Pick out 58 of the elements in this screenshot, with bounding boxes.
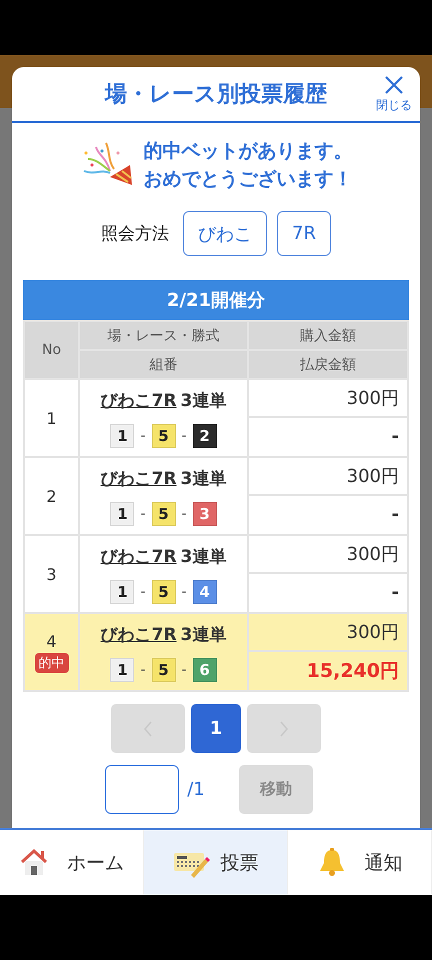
close-button[interactable]: 閉じる [376,75,412,114]
number-tile: 5 [152,502,176,526]
number-tile: 2 [192,424,217,448]
separator-dash: - [182,662,187,678]
message-text: おめでとうございます！ [144,167,352,191]
page-total: /1 [187,779,205,800]
number-tile: 3 [192,502,217,526]
separator-dash: - [182,584,187,600]
column-header: 組番 [79,350,248,379]
row-number: 1 [46,408,57,428]
bet-type: 3連単 [180,624,226,646]
table-cell: 300円 [248,613,408,651]
table-cell: - [248,416,408,457]
table-cell: 300円 [248,457,408,495]
table-cell: - [248,494,408,535]
bet-type: 3連単 [180,468,226,490]
number-tile: 4 [192,580,217,604]
number-tile: 5 [152,580,176,604]
number-tile: 6 [192,658,217,682]
row-number: 3 [46,564,57,584]
bet-type: 3連単 [180,546,226,568]
race-link[interactable]: びわこ7R [100,622,177,646]
page-input[interactable] [105,765,180,814]
number-tile: 5 [152,658,176,682]
table-heading: 2/21開催分 [23,280,409,320]
close-icon [384,75,404,95]
column-header: 場・レース・勝式 [79,321,248,350]
row-number: 2 [46,486,57,506]
hit-badge: 的中 [34,652,68,672]
query-label: 照会方法 [101,223,170,245]
separator-dash: - [182,428,187,444]
table-cell: 300円 [248,379,408,417]
number-tile: 1 [110,502,134,526]
number-tile: 1 [110,580,134,604]
race-link[interactable]: びわこ7R [100,388,177,412]
message-text: 的中ベットがあります。 [144,139,352,163]
nav-tab[interactable]: 投票 [144,830,288,895]
number-tile: 5 [152,424,176,448]
row-number: 4 [46,632,57,650]
page-button[interactable]: 1 [191,704,241,753]
race-link[interactable]: びわこ7R [100,466,177,490]
separator-dash: - [182,506,187,522]
column-header: 購入金額 [248,321,408,350]
race-link[interactable]: びわこ7R [100,544,177,568]
separator-dash: - [140,428,146,444]
filter-button[interactable]: 7R [277,211,331,256]
separator-dash: - [140,584,146,600]
separator-dash: - [140,662,146,678]
column-header: 払戻金額 [248,350,408,379]
number-tile: 1 [110,658,134,682]
dialog-title: 場・レース別投票履歴 [105,81,327,109]
table-cell: 300円 [248,535,408,573]
filter-button[interactable]: びわこ [183,211,268,256]
column-header: No [24,321,79,379]
separator-dash: - [140,506,146,522]
number-tile: 1 [110,424,134,448]
table-cell: 15,240円 [248,650,408,691]
bet-type: 3連単 [180,390,226,412]
